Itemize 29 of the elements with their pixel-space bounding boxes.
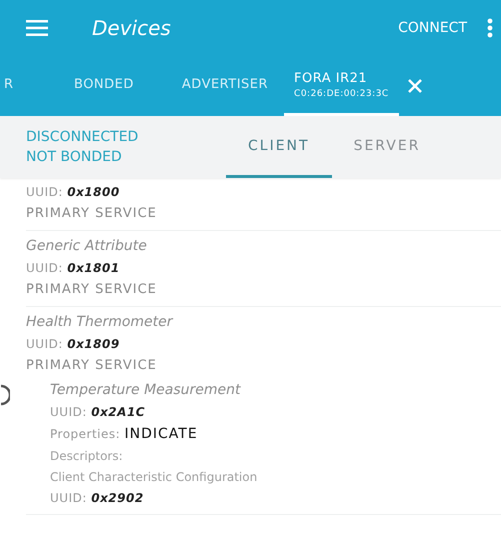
service-type: PRIMARY SERVICE — [26, 282, 158, 297]
tab[interactable]: BONDED — [64, 56, 144, 116]
service-type: PRIMARY SERVICE — [26, 358, 158, 373]
connect-button[interactable]: CONNECT — [390, 14, 475, 42]
service-name: Generic Attribute — [26, 238, 148, 254]
tab[interactable]: ADVERTISER — [172, 56, 278, 116]
uuid-text: UUID: 0x2902 — [50, 491, 145, 505]
close-icon[interactable] — [406, 78, 423, 94]
more-options-icon[interactable] — [487, 18, 493, 38]
properties-text: Properties: INDICATE — [50, 426, 199, 442]
service-item[interactable]: Generic Attribute UUID: 0x1801 PRIMARY SERVICE — [26, 231, 501, 307]
app-title: Devices — [92, 16, 172, 40]
menu-icon[interactable] — [26, 20, 48, 36]
uuid-text: UUID: 0x1809 — [26, 337, 121, 351]
bond-state: NOT BONDED — [26, 149, 123, 165]
sub-tab[interactable]: SERVER — [332, 116, 442, 178]
descriptors-label: Descriptors: — [50, 449, 124, 463]
descriptor-name: Client Characteristic Configuration — [50, 470, 258, 484]
characteristic-name: Temperature Measurement — [50, 382, 242, 398]
uuid-text: UUID: 0x2A1C — [50, 405, 146, 419]
uuid-text: UUID: 0x1800 — [26, 185, 121, 199]
uuid-text: UUID: 0x1801 — [26, 261, 121, 275]
tab[interactable]: R — [0, 56, 30, 116]
service-item[interactable]: Health Thermometer UUID: 0x1809 PRIMARY SERVICE Temperature Measurement UUID: 0x2A1C Properties: INDICATE Descriptors: Client Characteristic Configuration UUID: 0x2902 — [26, 307, 501, 515]
service-name: Health Thermometer — [26, 314, 174, 330]
service-type: PRIMARY SERVICE — [26, 206, 158, 221]
connection-state: DISCONNECTED — [26, 129, 140, 145]
service-item[interactable]: UUID: 0x1800 PRIMARY SERVICE — [26, 178, 501, 231]
sub-tab[interactable]: CLIENT — [226, 116, 332, 178]
